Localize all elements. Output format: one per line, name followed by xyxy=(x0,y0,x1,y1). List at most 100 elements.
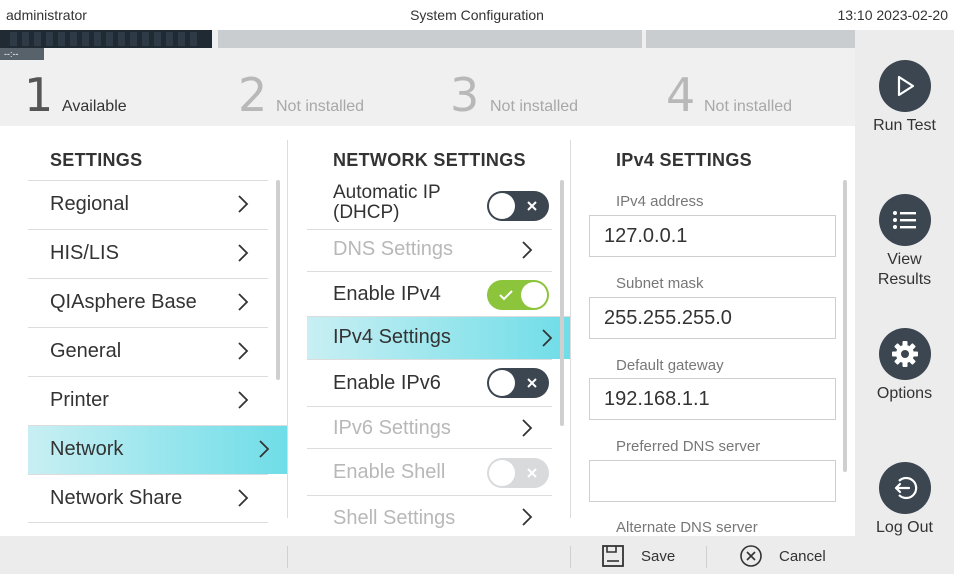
preferred-dns-input[interactable] xyxy=(589,460,836,502)
bay-3[interactable]: 3 Not installed xyxy=(430,30,642,126)
cancel-button[interactable]: Cancel xyxy=(739,543,826,569)
bottom-divider xyxy=(570,546,571,568)
bay-1-status: Available xyxy=(62,98,127,115)
module-bays: --:-- 1 Available 2 Not installed 3 Not … xyxy=(0,30,855,126)
network-settings-scrollbar[interactable] xyxy=(560,180,564,426)
check-icon xyxy=(491,280,521,310)
clock: 13:10 2023-02-20 xyxy=(837,7,948,23)
bay-2-status: Not installed xyxy=(276,98,365,115)
bottom-action-bar: Save Cancel xyxy=(0,536,855,574)
bay-3-number: 3 xyxy=(450,68,480,122)
main-panel: SETTINGS Regional HIS/LIS QIAsphere Base… xyxy=(0,126,855,536)
enable-ipv6-toggle[interactable] xyxy=(487,368,549,398)
bottom-divider xyxy=(706,546,707,568)
bay-2-strip xyxy=(218,30,430,48)
settings-item-label: Network xyxy=(50,438,124,460)
ipv4-settings-label: IPv4 Settings xyxy=(333,326,451,348)
settings-item-regional[interactable]: Regional xyxy=(28,180,268,229)
bay-1-number: 1 xyxy=(24,68,54,122)
chevron-right-icon xyxy=(522,241,533,259)
column-divider xyxy=(287,140,288,518)
settings-item-printer[interactable]: Printer xyxy=(28,376,268,425)
log-out-button[interactable]: Log Out xyxy=(855,462,954,538)
options-label: Options xyxy=(876,385,933,402)
settings-item-qiasphere-base[interactable]: QIAsphere Base xyxy=(28,278,268,327)
bay-2-number: 2 xyxy=(238,68,268,122)
run-test-label: Run Test xyxy=(873,117,936,134)
cancel-icon xyxy=(739,544,763,568)
settings-item-label: QIAsphere Base xyxy=(50,291,197,313)
chevron-right-icon xyxy=(542,329,553,347)
play-icon xyxy=(878,60,931,112)
settings-item-label: Regional xyxy=(50,193,129,215)
dns-settings-row[interactable]: DNS Settings xyxy=(307,229,552,271)
subnet-mask-input[interactable]: 255.255.255.0 xyxy=(589,297,836,339)
bay-1-timer: --:-- xyxy=(0,48,44,60)
settings-item-general[interactable]: General xyxy=(28,327,268,376)
dns-settings-label: DNS Settings xyxy=(333,238,454,260)
settings-item-network-share[interactable]: Network Share xyxy=(28,474,268,523)
enable-ipv6-label: Enable IPv6 xyxy=(333,372,441,394)
chevron-right-icon xyxy=(238,489,249,507)
save-button[interactable]: Save xyxy=(601,543,675,569)
shell-settings-row[interactable]: Shell Settings xyxy=(307,495,552,536)
enable-ipv4-label: Enable IPv4 xyxy=(333,283,441,305)
view-results-button[interactable]: View Results xyxy=(855,194,954,290)
network-settings-title: NETWORK SETTINGS xyxy=(333,150,526,170)
bay-4-status: Not installed xyxy=(704,98,793,115)
settings-item-label: HIS/LIS xyxy=(50,242,119,264)
subnet-mask-label: Subnet mask xyxy=(616,275,704,292)
settings-item-label: Printer xyxy=(50,389,109,411)
settings-item-his-lis[interactable]: HIS/LIS xyxy=(28,229,268,278)
preferred-dns-label: Preferred DNS server xyxy=(616,438,761,455)
ipv6-settings-row[interactable]: IPv6 Settings xyxy=(307,406,552,448)
gear-icon xyxy=(878,328,931,380)
run-test-button[interactable]: Run Test xyxy=(855,60,954,136)
settings-item-label: General xyxy=(50,340,122,362)
chevron-right-icon xyxy=(259,440,270,458)
x-icon xyxy=(517,458,547,488)
enable-shell-toggle[interactable] xyxy=(487,458,549,488)
ipv4-address-input[interactable]: 127.0.0.1 xyxy=(589,215,836,257)
ipv4-settings-row[interactable]: IPv4 Settings xyxy=(307,316,570,359)
settings-title: SETTINGS xyxy=(50,150,143,170)
chevron-right-icon xyxy=(522,508,533,526)
page-title: System Configuration xyxy=(410,7,544,23)
automatic-ip-toggle[interactable] xyxy=(487,191,549,221)
automatic-ip-label: Automatic IP (DHCP) xyxy=(333,182,441,223)
save-icon xyxy=(601,544,625,568)
ipv4-address-label: IPv4 address xyxy=(616,193,704,210)
x-icon xyxy=(517,368,547,398)
list-icon xyxy=(878,194,931,246)
bay-4[interactable]: 4 Not installed xyxy=(646,30,855,126)
options-button[interactable]: Options xyxy=(855,328,954,404)
chevron-right-icon xyxy=(238,391,249,409)
chevron-right-icon xyxy=(238,244,249,262)
chevron-right-icon xyxy=(522,419,533,437)
ipv6-settings-label: IPv6 Settings xyxy=(333,417,451,439)
settings-item-network[interactable]: Network xyxy=(28,425,287,474)
enable-ipv6-row: Enable IPv6 xyxy=(307,359,552,406)
column-divider xyxy=(570,140,571,518)
settings-item-label: Network Share xyxy=(50,487,183,509)
alternate-dns-label: Alternate DNS server xyxy=(616,519,758,536)
log-out-label: Log Out xyxy=(876,519,933,536)
ipv4-settings-title: IPv4 SETTINGS xyxy=(616,150,752,170)
bottom-divider xyxy=(287,546,288,568)
right-sidebar: Run Test View Results Options Log Out xyxy=(855,30,954,574)
x-icon xyxy=(517,191,547,221)
automatic-ip-row: Automatic IP (DHCP) xyxy=(307,180,552,229)
bay-4-strip xyxy=(646,30,855,48)
enable-ipv4-toggle[interactable] xyxy=(487,280,549,310)
ipv4-settings-scrollbar[interactable] xyxy=(843,180,847,472)
default-gateway-label: Default gateway xyxy=(616,357,724,374)
chevron-right-icon xyxy=(238,195,249,213)
chevron-right-icon xyxy=(238,342,249,360)
bay-2[interactable]: 2 Not installed xyxy=(218,30,430,126)
settings-scrollbar[interactable] xyxy=(276,180,280,380)
default-gateway-input[interactable]: 192.168.1.1 xyxy=(589,378,836,420)
save-label: Save xyxy=(641,547,676,565)
bay-4-number: 4 xyxy=(666,68,696,122)
logout-icon xyxy=(878,462,931,514)
bay-1[interactable]: --:-- 1 Available xyxy=(0,30,212,126)
